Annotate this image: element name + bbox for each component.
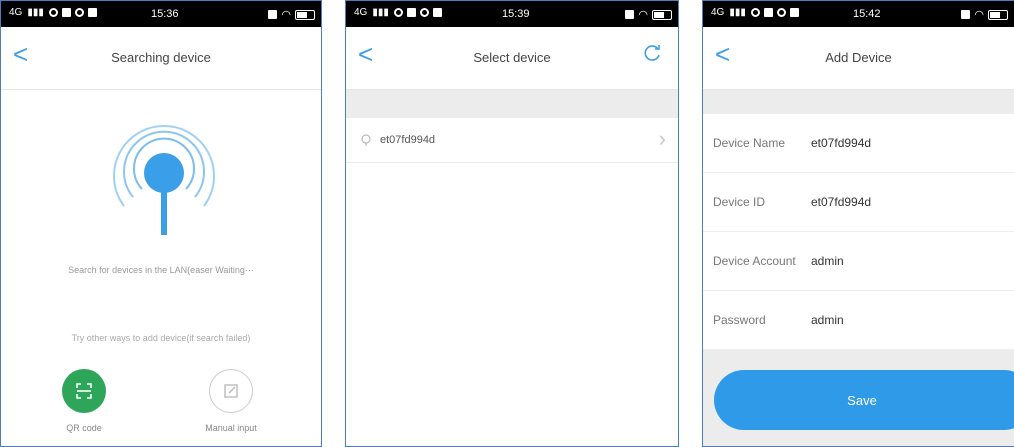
- status-bar: 4G ▮▮▮ 15:39 ◠: [346, 1, 678, 27]
- clock: 15:42: [853, 8, 881, 20]
- alarm-icon: [625, 10, 635, 19]
- status-bar: 4G ▮▮▮ 15:36 ◠: [1, 1, 321, 27]
- battery-icon: [295, 9, 315, 20]
- password-label: Password: [713, 313, 766, 327]
- carrier-label: 4G: [9, 7, 23, 18]
- notification-icon: [48, 8, 58, 17]
- notification-icon: [750, 8, 760, 17]
- device-account-label: Device Account: [713, 254, 796, 268]
- save-button[interactable]: Save: [714, 370, 1014, 430]
- screen-select-device: 4G ▮▮▮ 15:39 ◠ < Select device et07fd994…: [345, 0, 679, 447]
- notification-icon: [419, 8, 429, 17]
- status-bar: 4G ▮▮▮ 15:42 ◠: [703, 1, 1014, 27]
- screen-add-device: 4G ▮▮▮ 15:42 ◠ < Add Device Device Name …: [702, 0, 1014, 447]
- footer-area: Save: [703, 350, 1014, 446]
- device-name-row: Device Name et07fd994d: [703, 114, 1014, 173]
- search-status-text: Search for devices in the LAN(easer Wait…: [68, 265, 254, 275]
- searching-radar-icon: [113, 125, 215, 235]
- notification-icon: [393, 8, 403, 17]
- app-icon: [763, 8, 773, 17]
- device-account-field[interactable]: admin: [811, 254, 844, 268]
- manual-input-label: Manual input: [205, 423, 257, 433]
- chevron-right-icon: ›: [658, 126, 666, 151]
- carrier-label: 4G: [711, 7, 725, 18]
- device-bulb-icon: [361, 134, 371, 146]
- refresh-icon[interactable]: [642, 43, 662, 63]
- try-other-ways-text: Try other ways to add device(if search f…: [71, 333, 251, 343]
- notification-icon: [74, 8, 84, 17]
- app-icon: [432, 8, 442, 17]
- clock: 15:39: [502, 8, 530, 20]
- qr-code-icon[interactable]: [62, 369, 106, 413]
- alarm-icon: [268, 10, 278, 19]
- signal-icon: ▮▮▮: [372, 7, 389, 18]
- qr-code-label: QR code: [66, 423, 102, 433]
- wifi-icon: ◠: [281, 9, 291, 21]
- carrier-label: 4G: [354, 7, 368, 18]
- notification-icon: [776, 8, 786, 17]
- edit-icon[interactable]: [209, 369, 253, 413]
- section-divider: [703, 90, 1014, 114]
- device-id-label: Device ID: [713, 195, 766, 209]
- alarm-icon: [961, 10, 971, 19]
- signal-icon: ▮▮▮: [729, 7, 746, 18]
- signal-icon: ▮▮▮: [27, 7, 44, 18]
- page-title: Add Device: [825, 50, 892, 65]
- password-row: Password admin: [703, 291, 1014, 350]
- device-account-row: Device Account admin: [703, 232, 1014, 291]
- wifi-icon: ◠: [638, 9, 648, 21]
- manual-input-option[interactable]: Manual input: [191, 369, 271, 433]
- qr-code-option[interactable]: QR code: [44, 369, 124, 433]
- page-title: Searching device: [111, 50, 211, 65]
- screen-searching-device: 4G ▮▮▮ 15:36 ◠ < Searching device Search…: [0, 0, 322, 447]
- app-icon: [789, 8, 799, 17]
- device-id-field[interactable]: et07fd994d: [811, 195, 871, 209]
- device-name-label: Device Name: [713, 136, 786, 150]
- page-title: Select device: [473, 50, 551, 65]
- wifi-icon: ◠: [974, 9, 984, 21]
- device-name: et07fd994d: [380, 134, 436, 146]
- device-name-field[interactable]: et07fd994d: [811, 136, 871, 150]
- nav-bar: < Searching device: [1, 27, 321, 90]
- nav-bar: < Add Device: [703, 27, 1014, 90]
- battery-icon: [652, 9, 672, 20]
- nav-bar: < Select device: [346, 27, 678, 90]
- app-icon: [406, 8, 416, 17]
- device-list-item[interactable]: et07fd994d ›: [346, 118, 678, 163]
- password-field[interactable]: admin: [811, 313, 844, 327]
- section-divider: [346, 90, 678, 118]
- battery-icon: [988, 9, 1008, 20]
- device-id-row: Device ID et07fd994d: [703, 173, 1014, 232]
- clock: 15:36: [151, 8, 179, 20]
- app-icon: [87, 8, 97, 17]
- app-icon: [61, 8, 71, 17]
